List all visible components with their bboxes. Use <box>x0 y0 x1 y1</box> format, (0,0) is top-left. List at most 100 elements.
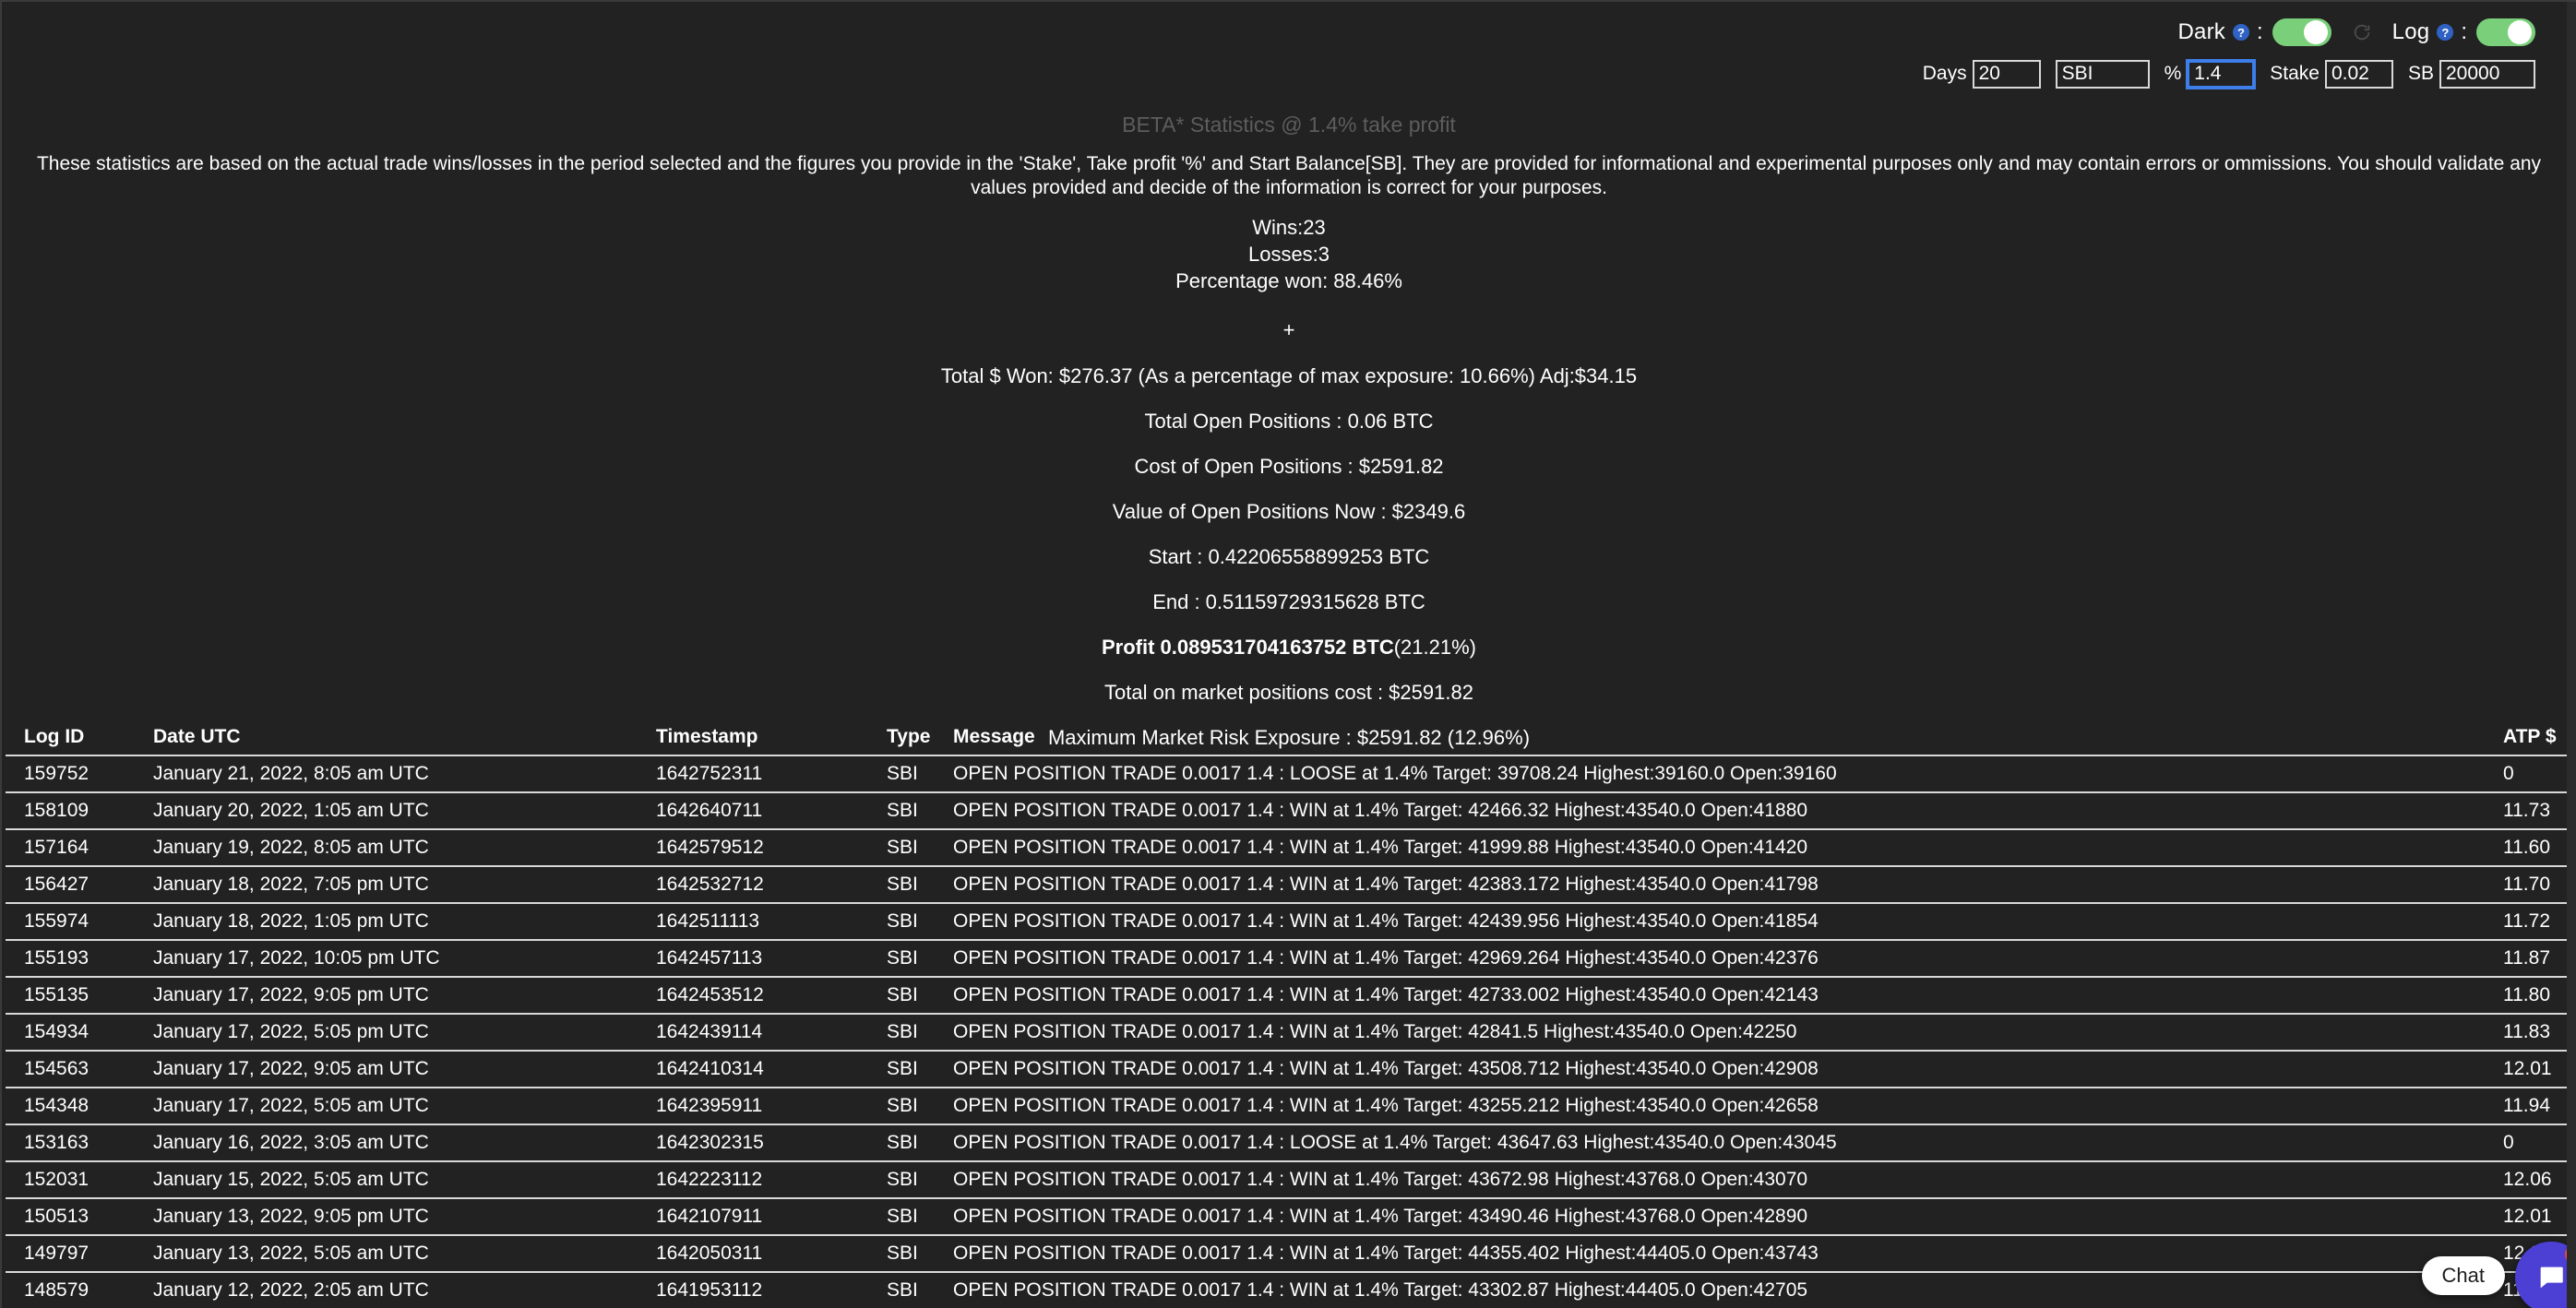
col-header-log-id[interactable]: Log ID <box>6 723 135 756</box>
cell-timestamp: 1642457113 <box>638 940 868 978</box>
table-row[interactable]: 149797 January 13, 2022, 5:05 am UTC 16420… <box>6 1235 2569 1273</box>
table-row[interactable]: 154348 January 17, 2022, 5:05 am UTC 16423… <box>6 1088 2569 1125</box>
col-header-timestamp[interactable]: Timestamp <box>638 723 868 756</box>
table-header-row: Log ID Date UTC Timestamp Type Message A… <box>6 723 2569 756</box>
cell-log-id: 153163 <box>6 1124 135 1162</box>
sb-field-group: SB <box>2407 59 2535 89</box>
days-label: Days <box>1922 63 1967 84</box>
table-row[interactable]: 155974 January 18, 2022, 1:05 pm UTC 16425… <box>6 903 2569 941</box>
cell-log-id: 152031 <box>6 1161 135 1199</box>
cost-open-positions-stat: Cost of Open Positions : $2591.82 <box>1134 455 1444 478</box>
sb-label: SB <box>2407 63 2434 84</box>
cell-message: OPEN POSITION TRADE 0.0017 1.4 : WIN at … <box>935 977 2485 1015</box>
stake-input[interactable] <box>2324 59 2393 89</box>
days-field-group: Days <box>1922 59 2041 89</box>
pct-input[interactable] <box>2187 59 2256 89</box>
refresh-icon[interactable] <box>2352 22 2372 42</box>
cell-type: SBI <box>868 1235 935 1273</box>
table-row[interactable]: 157164 January 19, 2022, 8:05 am UTC 16425… <box>6 829 2569 867</box>
sb-input[interactable] <box>2439 59 2535 89</box>
cell-type: SBI <box>868 792 935 830</box>
cell-type: SBI <box>868 903 935 941</box>
cell-message: OPEN POSITION TRADE 0.0017 1.4 : WIN at … <box>935 866 2485 904</box>
cell-message: OPEN POSITION TRADE 0.0017 1.4 : WIN at … <box>935 792 2485 830</box>
dark-mode-toggle-group: Dark ? : <box>2178 18 2332 46</box>
cell-type: SBI <box>868 866 935 904</box>
cell-log-id: 155193 <box>6 940 135 978</box>
app-root: Dark ? : Log ? : Days % <box>0 0 2576 1308</box>
cell-type: SBI <box>868 1124 935 1162</box>
cell-atp: 12.06 <box>2485 1161 2569 1199</box>
table-row[interactable]: 159752 January 21, 2022, 8:05 am UTC 16427… <box>6 755 2569 793</box>
cell-type: SBI <box>868 1014 935 1052</box>
dark-colon: : <box>2257 19 2263 44</box>
total-market-cost-stat: Total on market positions cost : $2591.8… <box>1104 681 1473 704</box>
cell-timestamp: 1642050311 <box>638 1235 868 1273</box>
cell-atp: 11.80 <box>2485 977 2569 1015</box>
statistics-panel: Wins:23 Losses:3 Percentage won: 88.46% … <box>2 214 2576 750</box>
cell-date: January 16, 2022, 3:05 am UTC <box>135 1124 638 1162</box>
profit-amount: Profit 0.089531704163752 BTC <box>1101 636 1394 659</box>
col-header-atp[interactable]: ATP $ <box>2485 723 2569 756</box>
table-row[interactable]: 156427 January 18, 2022, 7:05 pm UTC 16425… <box>6 866 2569 904</box>
days-input[interactable] <box>1972 59 2041 89</box>
cell-date: January 17, 2022, 9:05 am UTC <box>135 1051 638 1088</box>
total-won-stat: Total $ Won: $276.37 (As a percentage of… <box>940 364 1638 387</box>
cell-log-id: 154348 <box>6 1088 135 1125</box>
dark-help-icon[interactable]: ? <box>2233 24 2249 41</box>
cell-message: OPEN POSITION TRADE 0.0017 1.4 : LOOSE a… <box>935 1124 2485 1162</box>
cell-date: January 13, 2022, 5:05 am UTC <box>135 1235 638 1273</box>
cell-type: SBI <box>868 1051 935 1088</box>
table-row[interactable]: 148579 January 12, 2022, 2:05 am UTC 16419… <box>6 1272 2569 1308</box>
chat-button[interactable]: Chat <box>2421 1256 2505 1295</box>
toggle-bar: Dark ? : Log ? : <box>2178 17 2535 48</box>
cell-date: January 17, 2022, 5:05 am UTC <box>135 1088 638 1125</box>
type-input[interactable] <box>2055 59 2150 89</box>
cell-atp: 12.01 <box>2485 1051 2569 1088</box>
cell-message: OPEN POSITION TRADE 0.0017 1.4 : WIN at … <box>935 1051 2485 1088</box>
cell-log-id: 149797 <box>6 1235 135 1273</box>
cell-atp: 11.70 <box>2485 866 2569 904</box>
cell-log-id: 159752 <box>6 755 135 793</box>
cell-atp: 11.94 <box>2485 1088 2569 1125</box>
dark-mode-switch[interactable] <box>2272 18 2332 46</box>
log-help-icon[interactable]: ? <box>2437 24 2454 41</box>
settings-inputs-row: Days % Stake SB <box>1908 58 2535 89</box>
type-field-group <box>2055 59 2150 89</box>
cell-log-id: 155974 <box>6 903 135 941</box>
page-scrollbar[interactable] <box>2567 2 2576 1308</box>
col-header-type[interactable]: Type <box>868 723 935 756</box>
log-switch-knob <box>2508 20 2532 44</box>
log-table-container: Log ID Date UTC Timestamp Type Message A… <box>2 723 2576 1308</box>
plus-separator: + <box>1282 318 1295 341</box>
log-switch[interactable] <box>2476 18 2535 46</box>
cell-timestamp: 1642579512 <box>638 829 868 867</box>
cell-date: January 18, 2022, 7:05 pm UTC <box>135 866 638 904</box>
table-row[interactable]: 153163 January 16, 2022, 3:05 am UTC 16423… <box>6 1124 2569 1162</box>
profit-percent: (21.21%) <box>1393 636 1477 659</box>
log-colon: : <box>2461 19 2467 44</box>
cell-log-id: 154563 <box>6 1051 135 1088</box>
col-header-message[interactable]: Message <box>935 723 2485 756</box>
table-row[interactable]: 154934 January 17, 2022, 5:05 pm UTC 16424… <box>6 1014 2569 1052</box>
cell-timestamp: 1641953112 <box>638 1272 868 1308</box>
cell-timestamp: 1642532712 <box>638 866 868 904</box>
cell-type: SBI <box>868 1088 935 1125</box>
cell-message: OPEN POSITION TRADE 0.0017 1.4 : WIN at … <box>935 940 2485 978</box>
log-table-body: 159752 January 21, 2022, 8:05 am UTC 16427… <box>6 755 2569 1308</box>
table-row[interactable]: 155193 January 17, 2022, 10:05 pm UTC 1642… <box>6 940 2569 978</box>
col-header-date[interactable]: Date UTC <box>135 723 638 756</box>
table-row[interactable]: 150513 January 13, 2022, 9:05 pm UTC 16421… <box>6 1198 2569 1236</box>
value-open-positions-stat: Value of Open Positions Now : $2349.6 <box>1112 500 1466 523</box>
table-row[interactable]: 154563 January 17, 2022, 9:05 am UTC 16424… <box>6 1051 2569 1088</box>
cell-atp: 11.73 <box>2485 792 2569 830</box>
cell-atp: 12.01 <box>2485 1198 2569 1236</box>
log-table-head: Log ID Date UTC Timestamp Type Message A… <box>6 723 2569 756</box>
page-title: BETA* Statistics @ 1.4% take profit <box>1122 113 1456 137</box>
table-row[interactable]: 158109 January 20, 2022, 1:05 am UTC 16426… <box>6 792 2569 830</box>
end-balance-stat: End : 0.51159729315628 BTC <box>1152 590 1425 613</box>
table-row[interactable]: 152031 January 15, 2022, 5:05 am UTC 16422… <box>6 1161 2569 1199</box>
cell-type: SBI <box>868 755 935 793</box>
cell-date: January 21, 2022, 8:05 am UTC <box>135 755 638 793</box>
table-row[interactable]: 155135 January 17, 2022, 9:05 pm UTC 16424… <box>6 977 2569 1015</box>
